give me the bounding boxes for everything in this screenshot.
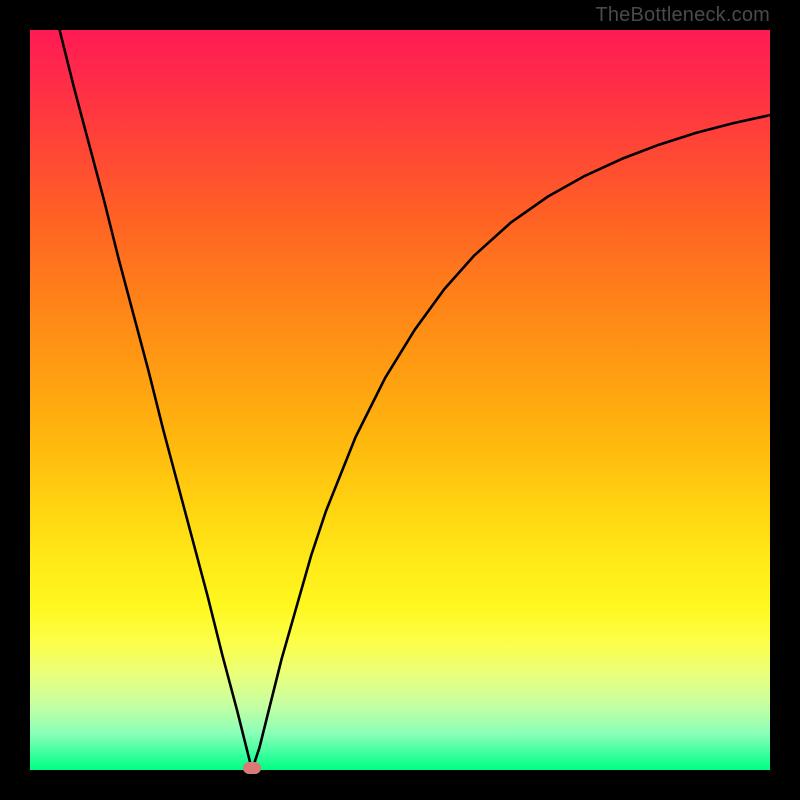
site-attribution: TheBottleneck.com xyxy=(595,4,770,27)
optimum-marker xyxy=(243,762,261,774)
chart-frame: TheBottleneck.com xyxy=(0,0,800,800)
bottleneck-curve xyxy=(30,30,770,770)
plot-area xyxy=(30,30,770,770)
